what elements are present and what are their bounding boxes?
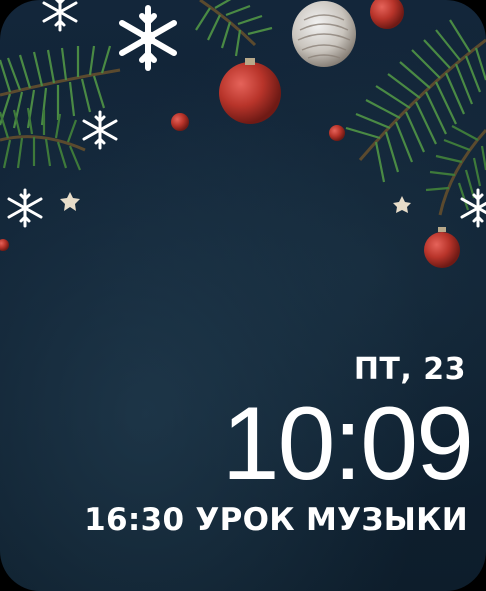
- snowflake-right: [460, 188, 486, 228]
- snowflake-large: [122, 8, 174, 68]
- snowflake-left: [82, 110, 118, 150]
- star-decor: [60, 192, 411, 213]
- pine-cone: [292, 1, 356, 67]
- red-bauble-right: [424, 227, 460, 268]
- date-label: ПТ, 23: [353, 352, 466, 387]
- red-bauble-large: [219, 58, 281, 124]
- red-bauble-top: [370, 0, 404, 29]
- snowflake-top-left: [42, 0, 78, 32]
- red-bead-1: [171, 113, 189, 131]
- red-bead-2: [329, 125, 345, 141]
- snowflake-small-left: [7, 188, 43, 228]
- calendar-event-complication[interactable]: 16:30 УРОК МУЗЫКИ: [84, 502, 468, 538]
- time-display: 10:09: [221, 386, 474, 502]
- red-bead-3: [0, 239, 9, 251]
- watch-face[interactable]: ПТ, 23 10:09 16:30 УРОК МУЗЫКИ: [0, 0, 486, 591]
- pine-branch-right: [345, 19, 486, 216]
